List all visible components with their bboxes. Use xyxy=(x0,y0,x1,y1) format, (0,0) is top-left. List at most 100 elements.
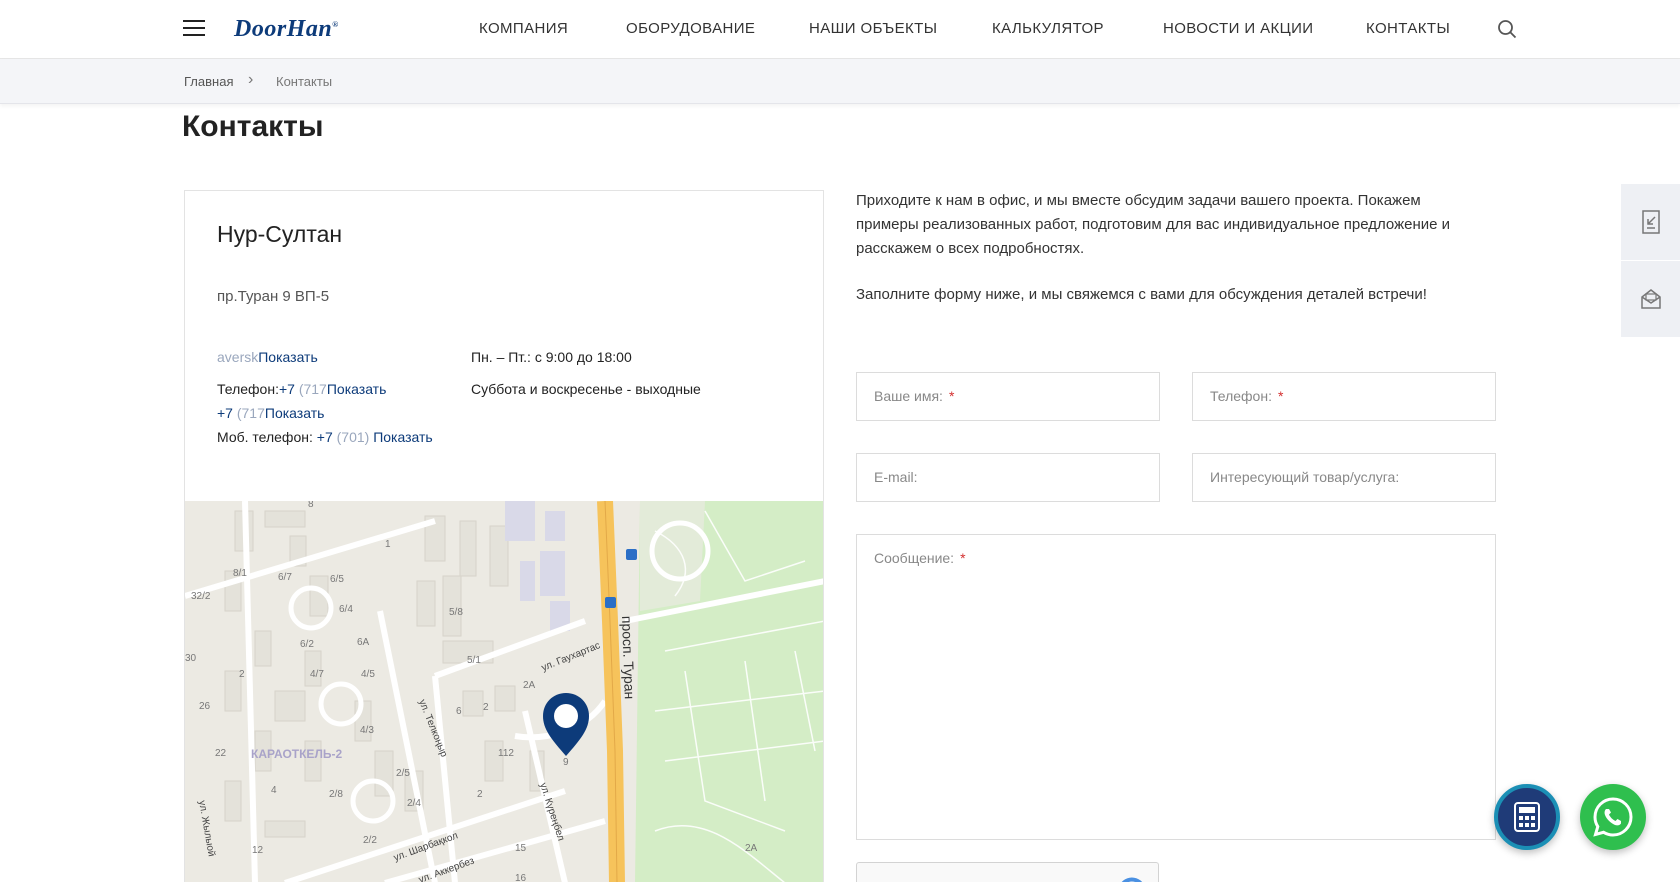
map-street-turan: просп. Туран xyxy=(619,616,638,700)
message-field[interactable]: Сообщение: * xyxy=(856,534,1496,840)
svg-text:ул. Аккербез: ул. Аккербез xyxy=(417,854,476,882)
svg-text:2A: 2A xyxy=(745,843,758,854)
svg-text:5/1: 5/1 xyxy=(467,655,481,666)
whatsapp-icon xyxy=(1593,797,1633,837)
show-phone1-link[interactable]: Показать xyxy=(327,381,387,397)
phone1-partial: (717 xyxy=(294,381,327,397)
svg-text:8: 8 xyxy=(308,501,314,510)
svg-text:2/8: 2/8 xyxy=(329,789,343,800)
contact-prompt: Заполните форму ниже, и мы свяжемся с ва… xyxy=(856,286,1427,303)
svg-text:2/5: 2/5 xyxy=(396,768,410,779)
nav-objects[interactable]: НАШИ ОБЪЕКТЫ xyxy=(809,20,937,37)
page-title: Контакты xyxy=(182,110,324,143)
svg-text:12: 12 xyxy=(252,845,264,856)
svg-text:16: 16 xyxy=(515,873,527,882)
svg-text:22: 22 xyxy=(215,748,227,759)
office-address: пр.Туран 9 ВП-5 xyxy=(217,288,330,305)
whatsapp-button[interactable] xyxy=(1580,784,1646,850)
phone-placeholder: Телефон: * xyxy=(1210,388,1284,404)
show-mobile-link[interactable]: Показать xyxy=(373,429,433,445)
svg-text:6/5: 6/5 xyxy=(330,574,344,585)
svg-text:2: 2 xyxy=(239,669,245,680)
site-header: DoorHan® КОМПАНИЯ ОБОРУДОВАНИЕ НАШИ ОБЪЕ… xyxy=(0,0,1680,59)
svg-text:4/3: 4/3 xyxy=(360,725,374,736)
phone2-code: +7 xyxy=(217,405,233,421)
svg-text:ул. Жылыой: ул. Жылыой xyxy=(196,800,217,858)
hamburger-icon[interactable] xyxy=(183,20,205,38)
email-row: averskПоказать xyxy=(217,349,318,365)
nav-company[interactable]: КОМПАНИЯ xyxy=(479,20,568,37)
download-doc-icon xyxy=(1641,210,1660,234)
side-tab-download[interactable] xyxy=(1621,184,1680,260)
calculator-icon xyxy=(1514,802,1540,832)
svg-text:15: 15 xyxy=(515,843,527,854)
map-pin-icon[interactable] xyxy=(543,693,589,756)
svg-text:5/8: 5/8 xyxy=(449,607,463,618)
svg-text:4: 4 xyxy=(271,785,277,796)
show-email-link[interactable]: Показать xyxy=(258,349,318,365)
mobile-partial: (701) xyxy=(332,429,370,445)
phone-row-2: +7 (717Показать xyxy=(217,405,324,421)
nav-contacts[interactable]: КОНТАКТЫ xyxy=(1366,20,1450,37)
breadcrumb-current: Контакты xyxy=(276,74,333,89)
svg-text:30: 30 xyxy=(185,653,197,664)
recaptcha-widget[interactable] xyxy=(856,862,1159,882)
email-field[interactable]: E-mail: xyxy=(856,453,1160,502)
phone-row-1: Телефон:+7 (717Показать xyxy=(217,381,386,397)
svg-text:6A: 6A xyxy=(357,637,370,648)
phone-label: Телефон: xyxy=(217,381,279,397)
map-district-label: КАРАОТКЕЛЬ-2 xyxy=(251,747,342,761)
svg-text:6: 6 xyxy=(456,706,462,717)
svg-text:9: 9 xyxy=(563,757,569,768)
side-tab-mail[interactable] xyxy=(1621,261,1680,337)
name-field[interactable]: Ваше имя: * xyxy=(856,372,1160,421)
email-placeholder: E-mail: xyxy=(874,469,918,485)
calculator-button[interactable] xyxy=(1494,784,1560,850)
email-partial: aversk xyxy=(217,349,259,365)
mobile-row: Моб. телефон: +7 (701) Показать xyxy=(217,429,433,445)
svg-text:8/1: 8/1 xyxy=(233,568,247,579)
svg-text:32/2: 32/2 xyxy=(191,591,211,602)
name-placeholder: Ваше имя: * xyxy=(874,388,955,404)
nav-news[interactable]: НОВОСТИ И АКЦИИ xyxy=(1163,20,1313,37)
breadcrumb: Главная › Контакты xyxy=(0,59,1680,104)
recaptcha-icon xyxy=(1121,877,1143,882)
svg-text:2/4: 2/4 xyxy=(407,798,421,809)
svg-text:6/7: 6/7 xyxy=(278,572,292,583)
office-city: Нур-Султан xyxy=(217,221,343,247)
svg-text:ул. Телкоңыр: ул. Телкоңыр xyxy=(416,698,449,759)
message-placeholder: Сообщение: * xyxy=(874,550,966,566)
mail-icon xyxy=(1640,289,1661,309)
svg-text:2: 2 xyxy=(477,789,483,800)
svg-text:1: 1 xyxy=(385,539,391,550)
logo[interactable]: DoorHan® xyxy=(234,16,339,43)
product-field[interactable]: Интересующий товар/услуга: xyxy=(1192,453,1496,502)
svg-text:112: 112 xyxy=(498,748,514,759)
hours-weekend: Суббота и воскресенье - выходные xyxy=(471,381,701,397)
turan-avenue-road xyxy=(597,501,625,882)
svg-text:4/7: 4/7 xyxy=(310,669,324,680)
svg-text:6/2: 6/2 xyxy=(300,639,314,650)
product-placeholder: Интересующий товар/услуга: xyxy=(1210,469,1400,485)
breadcrumb-home[interactable]: Главная xyxy=(184,74,233,89)
phone-field[interactable]: Телефон: * xyxy=(1192,372,1496,421)
breadcrumb-separator: › xyxy=(248,71,254,88)
svg-text:2A: 2A xyxy=(523,680,536,691)
office-map[interactable]: 8 1 8/1 6/7 6/5 32/2 6/4 5/8 6A 6/2 5/1 … xyxy=(185,501,823,882)
svg-text:ул. Гаухартас: ул. Гаухартас xyxy=(540,640,602,674)
svg-text:2/2: 2/2 xyxy=(363,835,377,846)
phone2-partial: (717 xyxy=(232,405,265,421)
show-phone2-link[interactable]: Показать xyxy=(265,405,325,421)
mobile-code: +7 xyxy=(316,429,333,445)
svg-text:2: 2 xyxy=(483,702,489,713)
mobile-label: Моб. телефон: xyxy=(217,429,313,445)
phone1-code: +7 xyxy=(278,381,295,397)
nav-equipment[interactable]: ОБОРУДОВАНИЕ xyxy=(626,20,755,37)
search-icon[interactable] xyxy=(1497,19,1517,39)
office-card: Нур-Султан пр.Туран 9 ВП-5 averskПоказат… xyxy=(184,190,824,882)
svg-text:26: 26 xyxy=(199,701,211,712)
nav-calculator[interactable]: КАЛЬКУЛЯТОР xyxy=(992,20,1104,37)
svg-text:6/4: 6/4 xyxy=(339,604,353,615)
hours-weekdays: Пн. – Пт.: с 9:00 до 18:00 xyxy=(471,349,632,365)
contact-intro: Приходите к нам в офис, и мы вместе обсу… xyxy=(856,192,1451,257)
